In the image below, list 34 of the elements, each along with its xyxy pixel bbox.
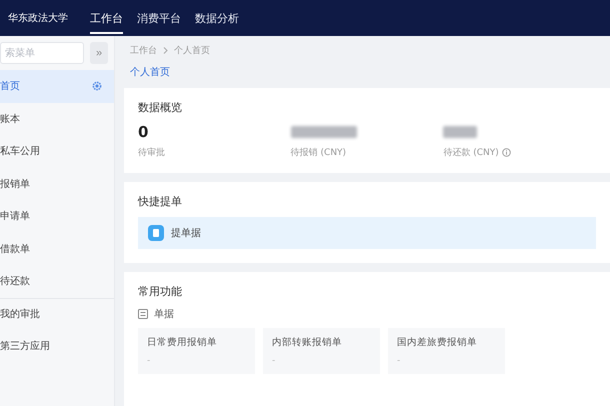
stat-label: 待报销 (CNY)	[290, 146, 346, 159]
search-menu-field[interactable]: 索菜单	[0, 42, 84, 64]
card-title: 常用功能	[138, 284, 183, 299]
chevron-icon	[163, 47, 168, 54]
stat-label: 待还款 (CNY)	[443, 146, 499, 159]
sidebar-item[interactable]: 借款单	[0, 232, 114, 265]
gear-icon	[92, 81, 102, 92]
sidebar-item[interactable]: 待还款	[0, 265, 114, 298]
stat-label: 待审批	[138, 146, 165, 159]
blurred-value	[290, 126, 357, 138]
sidebar-item[interactable]: 我的审批	[0, 298, 114, 330]
info-icon[interactable]	[502, 148, 511, 157]
brand-name: 华东政法大学	[8, 12, 68, 25]
nav-tab[interactable]: 工作台	[90, 2, 123, 34]
quick-action-button[interactable]: 提单据	[138, 217, 596, 249]
form-tile[interactable]: 国内差旅费报销单 -	[388, 328, 505, 374]
sidebar-item[interactable]: 第三方应用	[0, 330, 114, 362]
form-tile[interactable]: 内部转账报销单 -	[263, 328, 380, 374]
group-label: 单据	[154, 308, 174, 321]
document-icon	[138, 309, 148, 319]
page-title: 个人首页	[129, 66, 171, 79]
sidebar-item[interactable]: 报销单	[0, 168, 114, 200]
sidebar-item[interactable]: 账本	[0, 102, 114, 135]
sidebar-item[interactable]: 申请单	[0, 200, 114, 232]
document-icon	[148, 225, 164, 241]
card-title: 快捷提单	[138, 194, 183, 209]
stat-value: 0	[138, 123, 150, 141]
card-title: 数据概览	[138, 100, 183, 115]
form-tile[interactable]: 日常费用报销单 -	[138, 328, 255, 374]
nav-tab[interactable]: 消费平台	[137, 2, 181, 34]
nav-tab[interactable]: 数据分析	[195, 2, 239, 34]
sidebar-item[interactable]: 首页	[0, 70, 114, 102]
blurred-value	[443, 126, 478, 138]
sidebar-item[interactable]: 私车公用	[0, 135, 114, 168]
